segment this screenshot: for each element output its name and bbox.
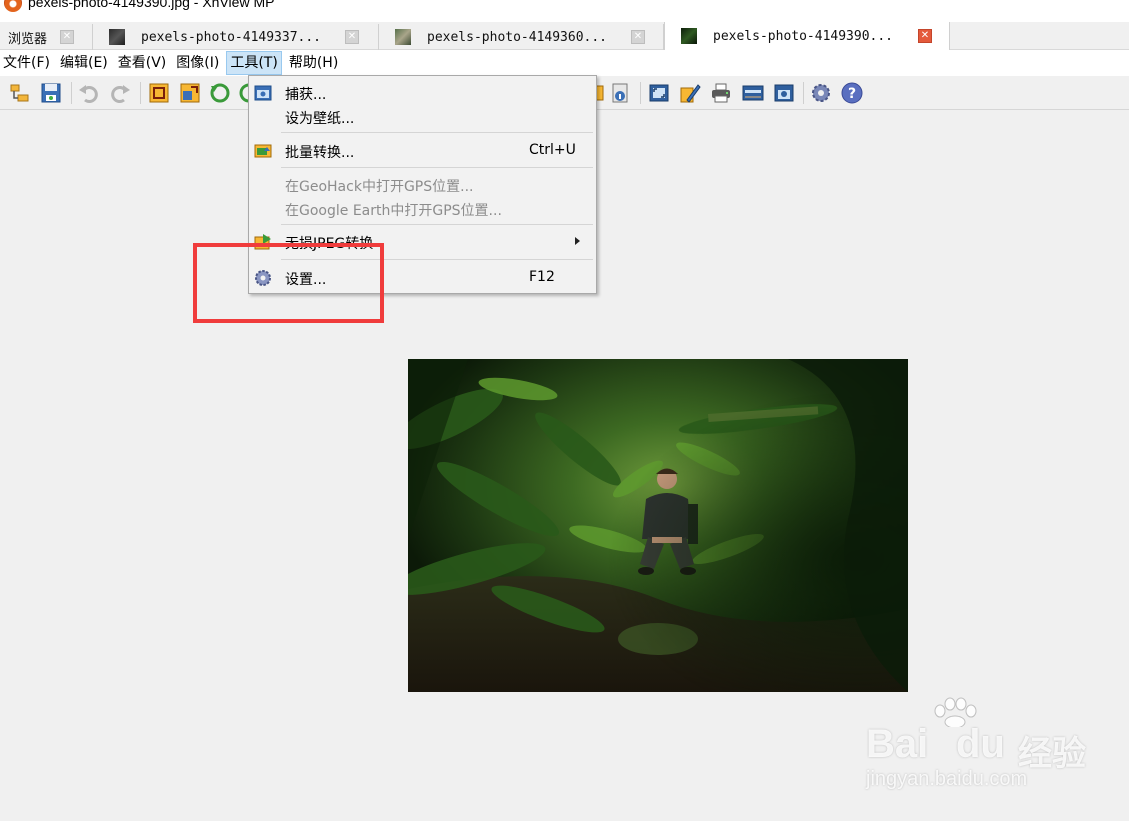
edit-icon[interactable] — [679, 82, 701, 104]
redo-icon[interactable] — [109, 82, 131, 104]
thumbnail-icon — [681, 28, 697, 44]
watermark-cn: 经验 — [1018, 734, 1086, 774]
toolbar-separator — [71, 82, 72, 104]
crop-icon[interactable] — [148, 82, 170, 104]
menu-item-label: 在Google Earth中打开GPS位置... — [285, 203, 502, 219]
tab-close-icon[interactable]: ✕ — [60, 30, 74, 44]
menu-item-shortcut: F12 — [529, 269, 555, 285]
undo-icon[interactable] — [78, 82, 100, 104]
resize-icon[interactable] — [179, 82, 201, 104]
svg-text:?: ? — [848, 86, 856, 102]
menu-item-label: 捕获... — [285, 87, 327, 103]
tab-bar: 浏览器 ✕ pexels-photo-4149337... ✕ pexels-p… — [0, 22, 1129, 50]
help-icon[interactable]: ? — [841, 82, 863, 104]
menu-item-label: 批量转换... — [285, 145, 355, 161]
tab-label: pexels-photo-4149390... — [713, 28, 894, 44]
baidu-watermark: Bai du 经验 jingyan.baidu.com — [866, 697, 1096, 800]
toolbar-separator — [803, 82, 804, 104]
menu-separator — [281, 132, 593, 133]
tab-image-4149390[interactable]: pexels-photo-4149390... ✕ — [664, 22, 950, 50]
open-folder-icon[interactable] — [9, 82, 31, 104]
thumbnail-icon — [109, 29, 125, 45]
tab-image-4149337[interactable]: pexels-photo-4149337... ✕ — [93, 24, 379, 50]
menu-tools[interactable]: 工具(T) — [226, 51, 282, 75]
tab-browser[interactable]: 浏览器 ✕ — [0, 24, 93, 50]
info-icon[interactable] — [609, 82, 631, 104]
screenshot-icon[interactable] — [773, 82, 795, 104]
menu-separator — [281, 224, 593, 225]
window-title: pexels-photo-4149390.jpg - XnView MP — [28, 0, 275, 10]
tab-close-icon[interactable]: ✕ — [345, 30, 359, 44]
rotate-left-icon[interactable] — [209, 82, 231, 104]
menu-item-label: 在GeoHack中打开GPS位置... — [285, 179, 474, 195]
menu-view[interactable]: 查看(V) — [115, 51, 170, 75]
menu-file[interactable]: 文件(F) — [0, 51, 53, 75]
print-icon[interactable] — [710, 82, 732, 104]
title-bar: pexels-photo-4149390.jpg - XnView MP — [0, 0, 1129, 22]
settings-icon[interactable] — [810, 82, 832, 104]
menu-help[interactable]: 帮助(H) — [286, 51, 341, 75]
batch-convert-icon — [254, 144, 272, 158]
menu-bar: 文件(F) 编辑(E) 查看(V) 图像(I) 工具(T) 帮助(H) — [0, 50, 1129, 76]
watermark-brand2: du — [956, 722, 1005, 766]
thumbnail-icon — [395, 29, 411, 45]
watermark-brand: Bai — [866, 722, 929, 766]
submenu-arrow-icon — [575, 237, 580, 245]
menu-item-shortcut: Ctrl+U — [529, 142, 576, 158]
tab-label: pexels-photo-4149337... — [141, 29, 322, 45]
annotation-highlight-box — [193, 243, 384, 323]
menu-item-capture[interactable]: 捕获... — [249, 81, 596, 105]
xnview-app-icon — [4, 0, 22, 12]
menu-item-google-earth-gps: 在Google Earth中打开GPS位置... — [249, 197, 596, 221]
menu-image[interactable]: 图像(I) — [173, 51, 222, 75]
fit-window-icon[interactable] — [648, 82, 670, 104]
watermark-url: jingyan.baidu.com — [866, 768, 1028, 790]
jungle-photo — [408, 359, 908, 692]
menu-item-geohack-gps: 在GeoHack中打开GPS位置... — [249, 173, 596, 197]
menu-item-set-wallpaper[interactable]: 设为壁纸... — [249, 105, 596, 129]
capture-icon — [254, 85, 272, 101]
menu-separator — [281, 167, 593, 168]
save-icon[interactable] — [40, 82, 62, 104]
toolbar-separator — [140, 82, 141, 104]
menu-item-batch-convert[interactable]: 批量转换... Ctrl+U — [249, 139, 596, 163]
tab-label: pexels-photo-4149360... — [427, 29, 608, 45]
toolbar-separator — [640, 82, 641, 104]
tab-close-icon[interactable]: ✕ — [631, 30, 645, 44]
scanner-icon[interactable] — [742, 82, 764, 104]
menu-edit[interactable]: 编辑(E) — [57, 51, 111, 75]
tab-image-4149360[interactable]: pexels-photo-4149360... ✕ — [379, 24, 664, 50]
menu-item-label: 设为壁纸... — [285, 111, 355, 127]
tab-label: 浏览器 — [8, 31, 48, 47]
tab-close-icon[interactable]: ✕ — [918, 29, 932, 43]
